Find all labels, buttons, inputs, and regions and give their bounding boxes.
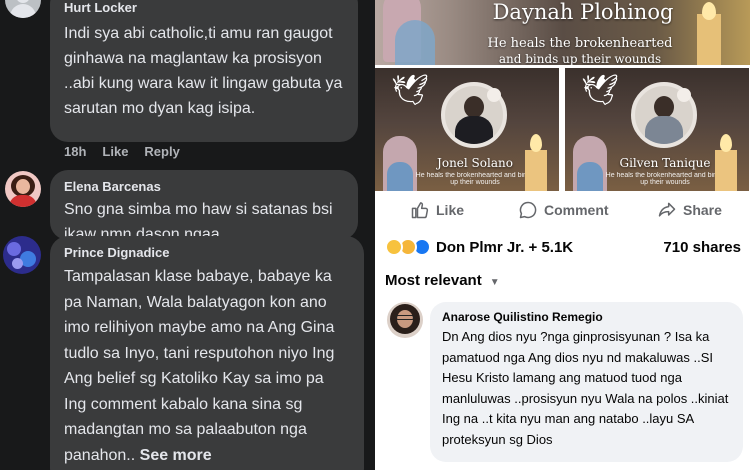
sort-label: Most relevant: [385, 272, 482, 289]
statue-figure: [383, 136, 417, 191]
post-panel: Daynah Plohinog He heals the brokenheart…: [375, 0, 750, 470]
avatar[interactable]: [3, 236, 41, 274]
share-count[interactable]: 710 shares: [663, 239, 741, 256]
flame-icon: [720, 134, 732, 152]
post-image-memorial[interactable]: 🕊 Jonel Solano He heals the brokenhearte…: [375, 68, 559, 191]
share-button[interactable]: Share: [657, 200, 722, 220]
statue-robe: [395, 20, 435, 65]
reply-link[interactable]: Reply: [144, 144, 179, 159]
comment-author[interactable]: Hurt Locker: [64, 0, 344, 15]
memorial-name: Jonel Solano: [437, 156, 513, 170]
share-icon: [658, 202, 676, 217]
avatar-default[interactable]: [5, 0, 41, 18]
comment-timestamp[interactable]: 18h: [64, 144, 86, 159]
rose-icon: [487, 88, 501, 102]
memorial-verse: He heals the brokenhearted and binds up …: [605, 172, 725, 186]
avatar[interactable]: [387, 302, 423, 338]
candle-icon: [525, 150, 547, 191]
like-link[interactable]: Like: [102, 144, 128, 159]
statue-figure: [573, 136, 607, 191]
comment-text: Indi sya abi catholic,ti amu ran gaugot …: [64, 25, 343, 117]
comment-author[interactable]: Elena Barcenas: [64, 179, 344, 194]
post-image-memorial[interactable]: 🕊 Gilven Tanique He heals the brokenhear…: [565, 68, 749, 191]
avatar[interactable]: [5, 171, 41, 207]
memorial-verse: He heals the brokenhearted and binds up …: [415, 172, 535, 186]
rose-icon: [677, 88, 691, 102]
see-more-link[interactable]: See more: [140, 447, 212, 464]
like-label: Like: [436, 202, 465, 218]
reaction-count: Don Plmr Jr. + 5.1K: [436, 238, 574, 256]
memorial-verse-2: and binds up their wounds: [498, 52, 662, 65]
comment-bubble: Prince Dignadice Tampalasan klase babaye…: [50, 236, 364, 470]
dove-icon: 🕊: [391, 74, 430, 107]
candle-icon: [715, 150, 737, 191]
comment-text: Tampalasan klase babaye, babaye ka pa Na…: [64, 268, 335, 464]
comment-button[interactable]: Comment: [518, 200, 609, 220]
comment-label: Comment: [544, 202, 609, 218]
post-action-bar: Like Comment Share: [375, 196, 750, 224]
reaction-summary[interactable]: Don Plmr Jr. + 5.1K: [385, 236, 573, 258]
dove-icon: 🕊: [581, 74, 620, 107]
comments-panel-dark: Hurt Locker Indi sya abi catholic,ti amu…: [0, 0, 375, 470]
comment-text-wrap: Tampalasan klase babaye, babaye ka pa Na…: [64, 264, 350, 468]
comment-sort-dropdown[interactable]: Most relevant ▼: [385, 272, 500, 289]
thumbs-up-icon: [411, 202, 429, 219]
comment-text: Sno gna simba mo haw si satanas bsi ikaw…: [64, 201, 333, 240]
share-label: Share: [683, 202, 722, 218]
chevron-down-icon: ▼: [489, 277, 500, 288]
comment-bubble: Hurt Locker Indi sya abi catholic,ti amu…: [50, 0, 358, 142]
post-image-main[interactable]: Daynah Plohinog He heals the brokenheart…: [375, 0, 750, 65]
comment-author[interactable]: Prince Dignadice: [64, 245, 350, 260]
memorial-verse: He heals the brokenhearted: [487, 36, 673, 51]
memorial-name: Gilven Tanique: [619, 156, 711, 170]
like-button[interactable]: Like: [410, 200, 464, 220]
sad-reaction-icon: [385, 238, 403, 256]
memorial-name: Daynah Plohinog: [492, 0, 674, 24]
comment-icon: [519, 201, 537, 219]
comment-author[interactable]: Anarose Quilistino Remegio: [442, 310, 733, 324]
flame-icon: [702, 2, 716, 20]
comment-actions: 18h Like Reply: [64, 144, 196, 159]
comment-bubble: Anarose Quilistino Remegio Dn Ang dios n…: [430, 302, 743, 462]
flame-icon: [530, 134, 542, 152]
comment-text: Dn Ang dios nyu ?nga ginprosisyunan ? Is…: [442, 329, 729, 447]
comment-bubble: Elena Barcenas Sno gna simba mo haw si s…: [50, 170, 358, 240]
